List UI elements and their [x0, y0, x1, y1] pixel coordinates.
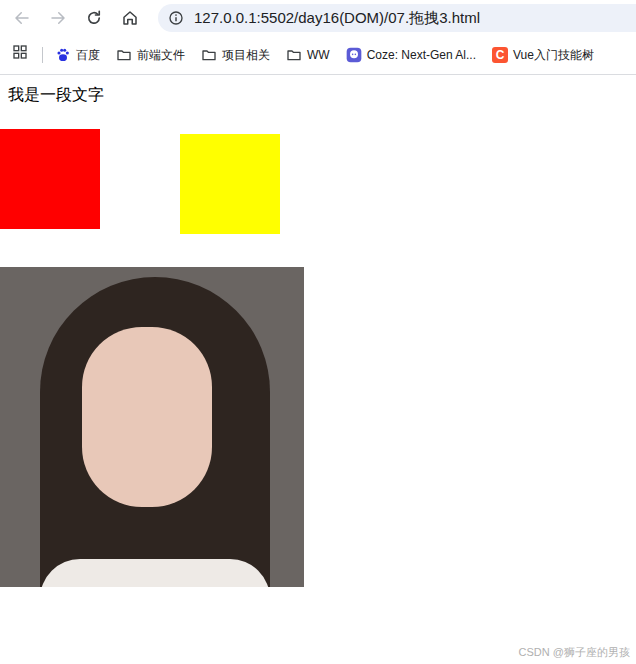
folder-icon [201, 47, 217, 63]
forward-button[interactable] [48, 8, 68, 28]
paragraph: 我是一段文字 [8, 83, 636, 107]
photo[interactable] [0, 267, 304, 587]
reload-icon [85, 9, 103, 27]
drag-box[interactable] [180, 134, 280, 234]
forward-icon [49, 9, 67, 27]
bookmark[interactable]: Coze: Next-Gen Al... [346, 46, 476, 64]
address-bar[interactable]: 127.0.0.1:5502/day16(DOM)/07.拖拽3.html [158, 4, 636, 32]
apps-button[interactable] [12, 43, 28, 67]
baidu-icon [55, 47, 71, 63]
bookmark[interactable]: 项目相关 [201, 46, 270, 64]
divider [42, 47, 43, 63]
home-icon [121, 9, 139, 27]
coze-icon [346, 47, 362, 63]
folder-icon [286, 47, 302, 63]
back-button[interactable] [12, 8, 32, 28]
url-text[interactable]: 127.0.0.1:5502/day16(DOM)/07.拖拽3.html [194, 7, 480, 30]
info-icon [168, 10, 184, 26]
bookmark[interactable]: 百度 [55, 46, 100, 64]
bookmark[interactable]: WW [286, 46, 330, 64]
bookmark[interactable]: CVue入门技能树 [492, 46, 594, 64]
home-button[interactable] [120, 8, 140, 28]
bookmark[interactable]: 前端文件 [116, 46, 185, 64]
reload-button[interactable] [84, 8, 104, 28]
csdn-icon: C [492, 47, 508, 63]
folder-icon [116, 47, 132, 63]
drag-box[interactable] [0, 129, 100, 229]
back-icon [13, 9, 31, 27]
watermark: CSDN @狮子座的男孩 [519, 644, 630, 661]
apps-icon [12, 44, 28, 60]
